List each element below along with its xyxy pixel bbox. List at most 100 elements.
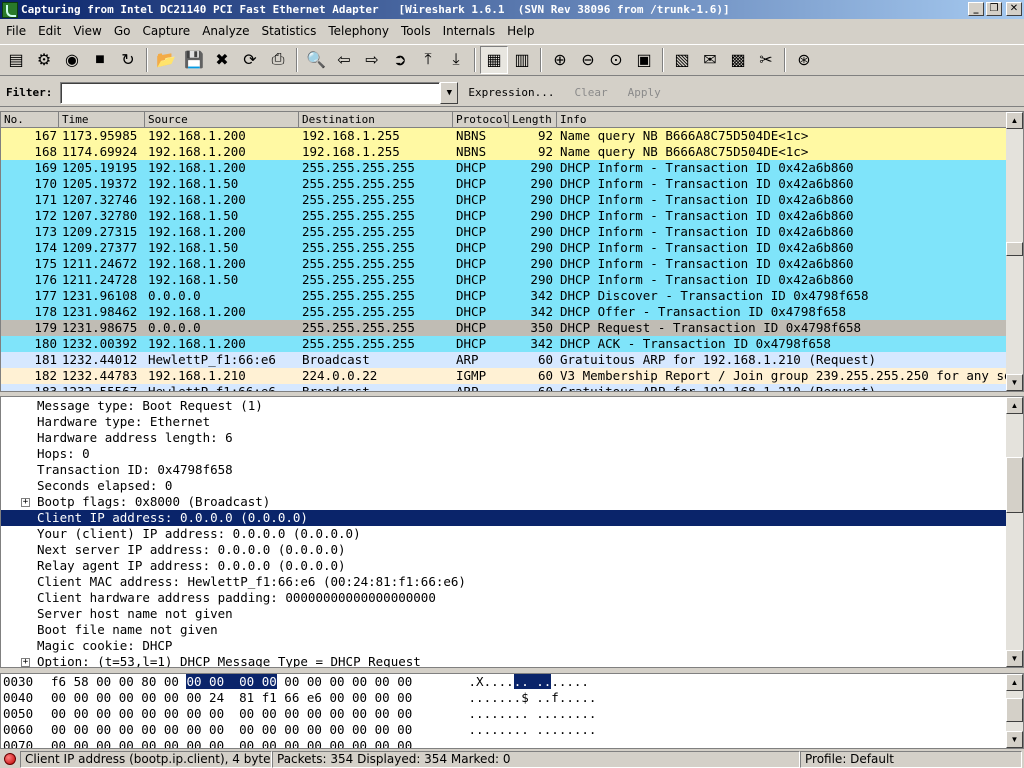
scroll-up-arrow[interactable]: ▲	[1006, 674, 1023, 691]
packet-row[interactable]: 173 1209.27315 192.168.1.200 255.255.255.25…	[1, 224, 1006, 240]
menu-analyze[interactable]: Analyze	[196, 20, 255, 42]
detail-row[interactable]: Seconds elapsed: 0	[1, 478, 1006, 494]
column-header-no[interactable]: No.	[1, 112, 59, 128]
scroll-up-arrow[interactable]: ▲	[1006, 112, 1023, 129]
expand-icon[interactable]: +	[21, 498, 30, 507]
detail-row[interactable]: Client MAC address: HewlettP_f1:66:e6 (0…	[1, 574, 1006, 590]
hex-row[interactable]: 0070 00 00 00 00 00 00 00 00 00 00 00 00 …	[1, 738, 1006, 748]
reload-button[interactable]: ⟳	[236, 46, 264, 74]
menu-statistics[interactable]: Statistics	[255, 20, 322, 42]
packet-row[interactable]: 179 1231.98675 0.0.0.0 255.255.255.255 DHCP 3…	[1, 320, 1006, 336]
coloring-rules-button[interactable]: ▩	[724, 46, 752, 74]
find-packet-button[interactable]: 🔍	[302, 46, 330, 74]
scroll-thumb[interactable]	[1006, 457, 1023, 513]
save-file-button[interactable]: 💾	[180, 46, 208, 74]
detail-row[interactable]: Magic cookie: DHCP	[1, 638, 1006, 654]
details-scrollbar[interactable]: ▲ ▼	[1006, 397, 1023, 667]
zoom-normal-button[interactable]: ⊙	[602, 46, 630, 74]
packet-row[interactable]: 177 1231.96108 0.0.0.0 255.255.255.255 DHCP 3…	[1, 288, 1006, 304]
apply-button[interactable]: Apply	[620, 86, 673, 99]
detail-row[interactable]: Relay agent IP address: 0.0.0.0 (0.0.0.0…	[1, 558, 1006, 574]
hex-row[interactable]: 0030 f6 58 00 00 80 00 00 00 00 00 00 00 …	[1, 674, 1006, 690]
column-header-destination[interactable]: Destination	[299, 112, 453, 128]
packet-list-scrollbar[interactable]: ▲ ▼	[1006, 112, 1023, 391]
scroll-down-arrow[interactable]: ▼	[1006, 650, 1023, 667]
column-header-time[interactable]: Time	[59, 112, 145, 128]
column-header-info[interactable]: Info	[557, 112, 1023, 128]
packet-row[interactable]: 170 1205.19372 192.168.1.50 255.255.255.255…	[1, 176, 1006, 192]
menu-file[interactable]: File	[0, 20, 32, 42]
capture-restart-button[interactable]: ↻	[114, 46, 142, 74]
go-back-button[interactable]: ⇦	[330, 46, 358, 74]
filter-dropdown-button[interactable]: ▼	[440, 81, 459, 104]
hex-row[interactable]: 0050 00 00 00 00 00 00 00 00 00 00 00 00 …	[1, 706, 1006, 722]
detail-row[interactable]: Message type: Boot Request (1)	[1, 398, 1006, 414]
menu-go[interactable]: Go	[108, 20, 137, 42]
detail-row[interactable]: Hardware address length: 6	[1, 430, 1006, 446]
wireshark-app-icon[interactable]	[2, 1, 18, 18]
packet-row[interactable]: 181 1232.44012 HewlettP_f1:66:e6 Broadcast A…	[1, 352, 1006, 368]
packet-row[interactable]: 167 1173.95985 192.168.1.200 192.168.1.255 N…	[1, 128, 1006, 144]
menu-internals[interactable]: Internals	[437, 20, 502, 42]
packet-row[interactable]: 174 1209.27377 192.168.1.50 255.255.255.255…	[1, 240, 1006, 256]
open-file-button[interactable]: 📂	[152, 46, 180, 74]
bytes-scrollbar[interactable]: ▲ ▼	[1006, 674, 1023, 748]
packet-row[interactable]: 175 1211.24672 192.168.1.200 255.255.255.25…	[1, 256, 1006, 272]
menu-tools[interactable]: Tools	[395, 20, 437, 42]
expression-button[interactable]: Expression...	[458, 86, 566, 99]
hex-row[interactable]: 0060 00 00 00 00 00 00 00 00 00 00 00 00 …	[1, 722, 1006, 738]
packet-row[interactable]: 176 1211.24728 192.168.1.50 255.255.255.255…	[1, 272, 1006, 288]
scroll-down-arrow[interactable]: ▼	[1006, 731, 1023, 748]
packet-row[interactable]: 178 1231.98462 192.168.1.200 255.255.255.25…	[1, 304, 1006, 320]
packet-row[interactable]: 180 1232.00392 192.168.1.200 255.255.255.25…	[1, 336, 1006, 352]
detail-row[interactable]: + Bootp flags: 0x8000 (Broadcast)	[1, 494, 1006, 510]
packet-row[interactable]: 169 1205.19195 192.168.1.200 255.255.255.25…	[1, 160, 1006, 176]
detail-row-selected[interactable]: Client IP address: 0.0.0.0 (0.0.0.0)	[1, 510, 1006, 526]
go-to-packet-button[interactable]: ➲	[386, 46, 414, 74]
column-header-source[interactable]: Source	[145, 112, 299, 128]
column-header-length[interactable]: Length	[509, 112, 557, 128]
resize-columns-button[interactable]: ▣	[630, 46, 658, 74]
menu-edit[interactable]: Edit	[32, 20, 67, 42]
status-profile[interactable]: Profile: Default	[800, 750, 1022, 768]
help-button[interactable]: ⊛	[790, 46, 818, 74]
expand-icon[interactable]: +	[21, 658, 30, 667]
zoom-in-button[interactable]: ⊕	[546, 46, 574, 74]
detail-row[interactable]: + Option: (t=53,l=1) DHCP Message Type = …	[1, 654, 1006, 667]
maximize-button[interactable]: ❐	[986, 2, 1002, 16]
go-last-button[interactable]: ⤓	[442, 46, 470, 74]
clear-button[interactable]: Clear	[566, 86, 619, 99]
capture-options-button[interactable]: ⚙	[30, 46, 58, 74]
packet-row[interactable]: 183 1232.55567 HewlettP_f1:66:e6 Broadcast A…	[1, 384, 1006, 391]
scroll-up-arrow[interactable]: ▲	[1006, 397, 1023, 414]
interfaces-button[interactable]: ▤	[2, 46, 30, 74]
capture-filters-button[interactable]: ▧	[668, 46, 696, 74]
go-first-button[interactable]: ⤒	[414, 46, 442, 74]
go-forward-button[interactable]: ⇨	[358, 46, 386, 74]
scroll-thumb[interactable]	[1006, 242, 1023, 256]
detail-row[interactable]: Hops: 0	[1, 446, 1006, 462]
expert-info-led-icon[interactable]	[4, 753, 16, 765]
capture-start-button[interactable]: ◉	[58, 46, 86, 74]
detail-row[interactable]: Hardware type: Ethernet	[1, 414, 1006, 430]
preferences-button[interactable]: ✂	[752, 46, 780, 74]
auto-scroll-button[interactable]: ▥	[508, 46, 536, 74]
capture-stop-button[interactable]: ■	[86, 46, 114, 74]
packet-row[interactable]: 171 1207.32746 192.168.1.200 255.255.255.25…	[1, 192, 1006, 208]
menu-view[interactable]: View	[67, 20, 107, 42]
packet-row[interactable]: 168 1174.69924 192.168.1.200 192.168.1.255 N…	[1, 144, 1006, 160]
menu-capture[interactable]: Capture	[136, 20, 196, 42]
print-button[interactable]: ⎙	[264, 46, 292, 74]
detail-row[interactable]: Transaction ID: 0x4798f658	[1, 462, 1006, 478]
close-file-button[interactable]: ✖	[208, 46, 236, 74]
menu-telephony[interactable]: Telephony	[322, 20, 395, 42]
column-header-protocol[interactable]: Protocol	[453, 112, 509, 128]
scroll-thumb[interactable]	[1006, 698, 1023, 722]
detail-row[interactable]: Next server IP address: 0.0.0.0 (0.0.0.0…	[1, 542, 1006, 558]
scroll-down-arrow[interactable]: ▼	[1006, 374, 1023, 391]
zoom-out-button[interactable]: ⊖	[574, 46, 602, 74]
detail-row[interactable]: Client hardware address padding: 0000000…	[1, 590, 1006, 606]
minimize-button[interactable]: _	[968, 2, 984, 16]
display-filters-button[interactable]: ✉	[696, 46, 724, 74]
close-button[interactable]: ✕	[1006, 2, 1022, 16]
